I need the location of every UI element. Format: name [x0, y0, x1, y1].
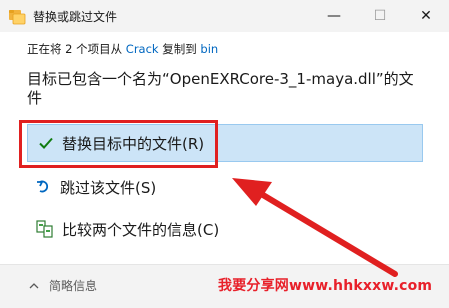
details-toggle[interactable]: 简略信息: [29, 277, 97, 294]
compare-files-label: 比较两个文件的信息(C): [62, 220, 220, 239]
maximize-button[interactable]: ☐: [357, 0, 403, 32]
skip-file-option[interactable]: 跳过该文件(S): [27, 168, 423, 206]
destination-folder-link[interactable]: bin: [200, 42, 218, 56]
close-button[interactable]: ✕: [403, 0, 449, 32]
window-title: 替换或跳过文件: [33, 10, 118, 24]
minimize-icon: —: [327, 8, 341, 24]
info-prefix: 正在将 2 个项目从: [27, 42, 126, 56]
source-folder-link[interactable]: Crack: [126, 42, 159, 56]
maximize-icon: ☐: [373, 8, 387, 24]
details-toggle-label: 简略信息: [49, 279, 98, 293]
copy-info-line: 正在将 2 个项目从 Crack 复制到 bin: [27, 41, 218, 57]
info-middle: 复制到: [158, 42, 201, 56]
chevron-up-icon: [29, 282, 39, 288]
close-icon: ✕: [420, 8, 432, 24]
skip-arrow-icon: [37, 180, 48, 193]
skip-file-label: 跳过该文件(S): [60, 178, 157, 197]
compare-files-option[interactable]: 比较两个文件的信息(C): [27, 210, 423, 248]
title-bar: 替换或跳过文件 — ☐ ✕: [0, 0, 449, 32]
compare-files-icon: [36, 220, 53, 238]
folder-copy-icon: [9, 10, 26, 25]
minimize-button[interactable]: —: [311, 0, 357, 32]
conflict-headline: 目标已包含一个名为“OpenEXRCore-3_1-maya.dll”的文件: [27, 70, 414, 107]
replace-or-skip-dialog: 替换或跳过文件 — ☐ ✕ 正在将 2 个项目从 Crack 复制到 bin 目…: [0, 0, 449, 308]
watermark-text: 我要分享网www.hhkxxw.com: [218, 278, 433, 294]
annotation-highlight-box: [19, 120, 218, 168]
